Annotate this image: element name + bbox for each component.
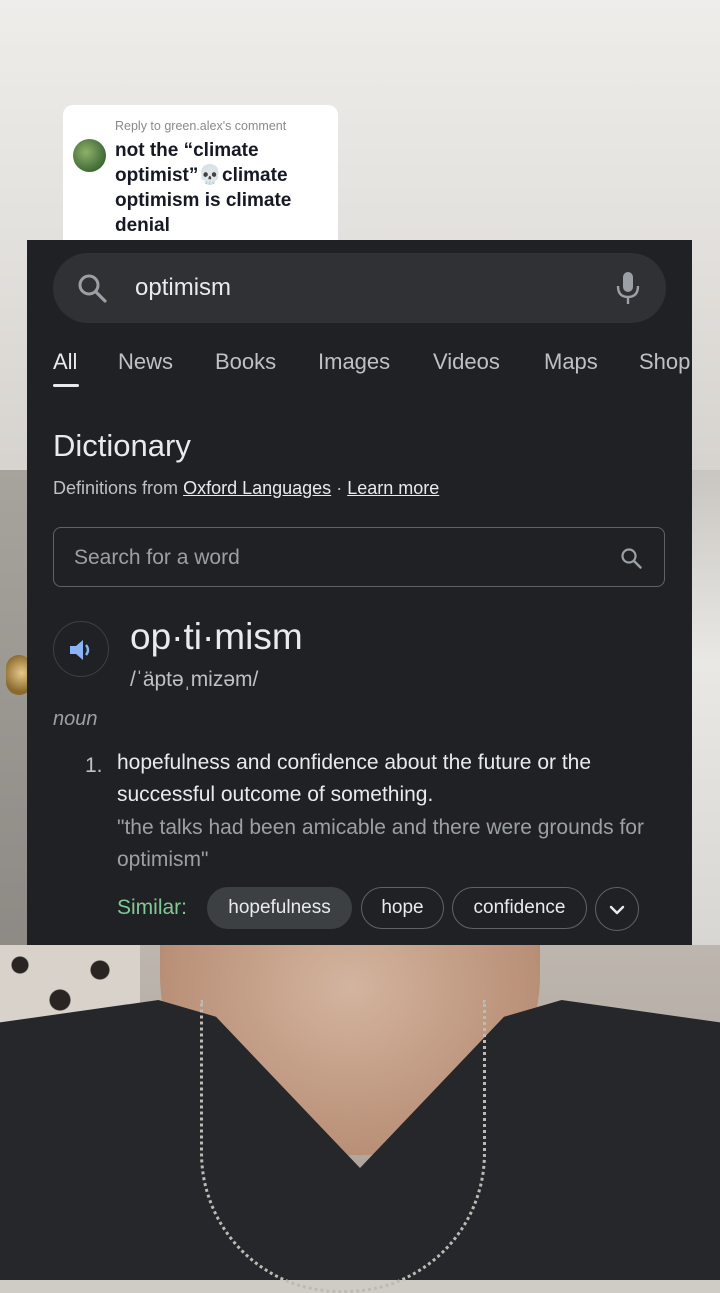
search-bar[interactable]: optimism (53, 253, 666, 323)
active-tab-indicator (53, 384, 79, 387)
tab-shopping[interactable]: Shop (639, 348, 690, 376)
tab-images[interactable]: Images (318, 348, 390, 376)
search-icon[interactable] (77, 273, 107, 303)
necklace (200, 1000, 486, 1293)
search-query[interactable]: optimism (135, 274, 231, 302)
learn-more-link[interactable]: Learn more (347, 478, 439, 498)
tab-books[interactable]: Books (215, 348, 276, 376)
dictionary-source: Definitions from Oxford Languages · Lear… (53, 477, 439, 499)
word-search-input[interactable]: Search for a word (74, 545, 240, 571)
word-search-box[interactable]: Search for a word (53, 527, 665, 587)
tab-all[interactable]: All (53, 348, 77, 376)
source-prefix: Definitions from (53, 478, 179, 498)
dictionary-title: Dictionary (53, 428, 191, 463)
reply-header: Reply to green.alex's comment (115, 119, 287, 133)
google-search-panel: optimism All News Books Images Videos Ma… (27, 240, 692, 945)
wall-right (690, 470, 720, 950)
part-of-speech: noun (53, 708, 98, 730)
commenter-avatar (73, 139, 106, 172)
definition-number: 1. (85, 754, 103, 777)
chevron-down-icon (609, 905, 625, 915)
similar-chip-hopefulness[interactable]: hopefulness (207, 887, 352, 929)
reply-text: not the “climate optimist”💀climate optim… (115, 140, 292, 236)
definition-example: "the talks had been amicable and there w… (117, 816, 644, 871)
definition-text: hopefulness and confidence about the fut… (117, 751, 592, 806)
source-separator: · (336, 478, 343, 498)
similar-chip-confidence[interactable]: confidence (452, 887, 587, 929)
mic-icon[interactable] (615, 271, 641, 305)
pronunciation-button[interactable] (53, 621, 109, 677)
similar-label: Similar: (117, 896, 188, 919)
tab-videos[interactable]: Videos (433, 348, 500, 376)
headword: op·ti·mism (130, 616, 303, 657)
wall-left (0, 470, 30, 950)
speaker-icon (70, 640, 90, 660)
more-similar-button[interactable] (595, 887, 639, 931)
oxford-languages-link[interactable]: Oxford Languages (183, 478, 331, 498)
reply-comment-sticker[interactable]: Reply to green.alex's comment not the “c… (63, 105, 338, 264)
tab-news[interactable]: News (118, 348, 173, 376)
search-icon[interactable] (620, 547, 642, 569)
similar-chip-hope[interactable]: hope (361, 887, 444, 929)
phonetic-spelling: /ˈäptəˌmizəm/ (130, 668, 259, 691)
tab-maps[interactable]: Maps (544, 348, 598, 376)
